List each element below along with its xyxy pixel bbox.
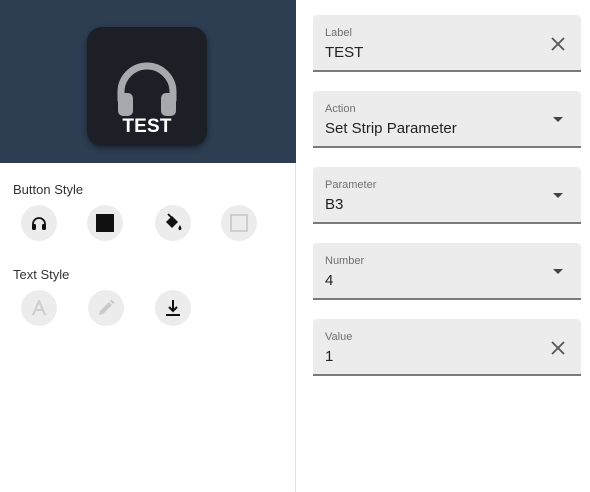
label-field-value[interactable]: TEST [325, 44, 363, 61]
button-icon-picker[interactable] [21, 205, 57, 241]
parameter-select-value: B3 [325, 196, 344, 213]
dropdown-arrow-icon [553, 117, 563, 122]
number-select-value: 4 [325, 272, 334, 289]
text-style-title: Text Style [13, 267, 70, 282]
background-fill-picker[interactable] [155, 205, 191, 241]
action-dropdown-toggle[interactable] [549, 111, 567, 129]
style-panel: TEST Button Style Text Style [0, 0, 296, 492]
preview-button-label: TEST [122, 116, 172, 137]
action-select-value: Set Strip Parameter [325, 120, 457, 137]
pencil-icon [99, 299, 115, 315]
square-fill-icon [96, 214, 114, 232]
clear-value-button[interactable] [549, 339, 567, 357]
align-bottom-icon [166, 300, 180, 316]
text-font-picker[interactable] [21, 290, 57, 326]
headphones-icon [117, 62, 177, 116]
paint-bucket-icon [166, 213, 182, 231]
number-select-label: Number [325, 255, 365, 267]
editor-root: TEST Button Style Text Style Label TEST … [0, 0, 590, 492]
clear-icon [551, 37, 565, 51]
button-preview-area: TEST [0, 0, 296, 163]
dropdown-arrow-icon [553, 269, 563, 274]
font-letter-icon [31, 299, 47, 316]
parameter-select-label: Parameter [325, 179, 377, 191]
clear-icon [551, 341, 565, 355]
button-style-title: Button Style [13, 182, 84, 197]
label-field-label: Label [325, 27, 352, 39]
parameter-select[interactable]: Parameter B3 [313, 167, 581, 224]
value-field-label: Value [325, 331, 353, 343]
label-field[interactable]: Label TEST [313, 15, 581, 72]
number-dropdown-toggle[interactable] [549, 263, 567, 281]
action-select-label: Action [325, 103, 356, 115]
dropdown-arrow-icon [553, 193, 563, 198]
button-color-picker[interactable] [87, 205, 123, 241]
preview-button[interactable]: TEST [87, 27, 207, 146]
number-select[interactable]: Number 4 [313, 243, 581, 300]
headphones-icon [32, 217, 46, 230]
text-position-picker[interactable] [155, 290, 191, 326]
value-field[interactable]: Value 1 [313, 319, 581, 376]
text-color-picker[interactable] [88, 290, 124, 326]
value-field-value[interactable]: 1 [325, 348, 333, 365]
border-style-picker[interactable] [221, 205, 257, 241]
parameter-dropdown-toggle[interactable] [549, 187, 567, 205]
clear-label-button[interactable] [549, 35, 567, 53]
action-select[interactable]: Action Set Strip Parameter [313, 91, 581, 148]
empty-square-icon [230, 214, 248, 232]
